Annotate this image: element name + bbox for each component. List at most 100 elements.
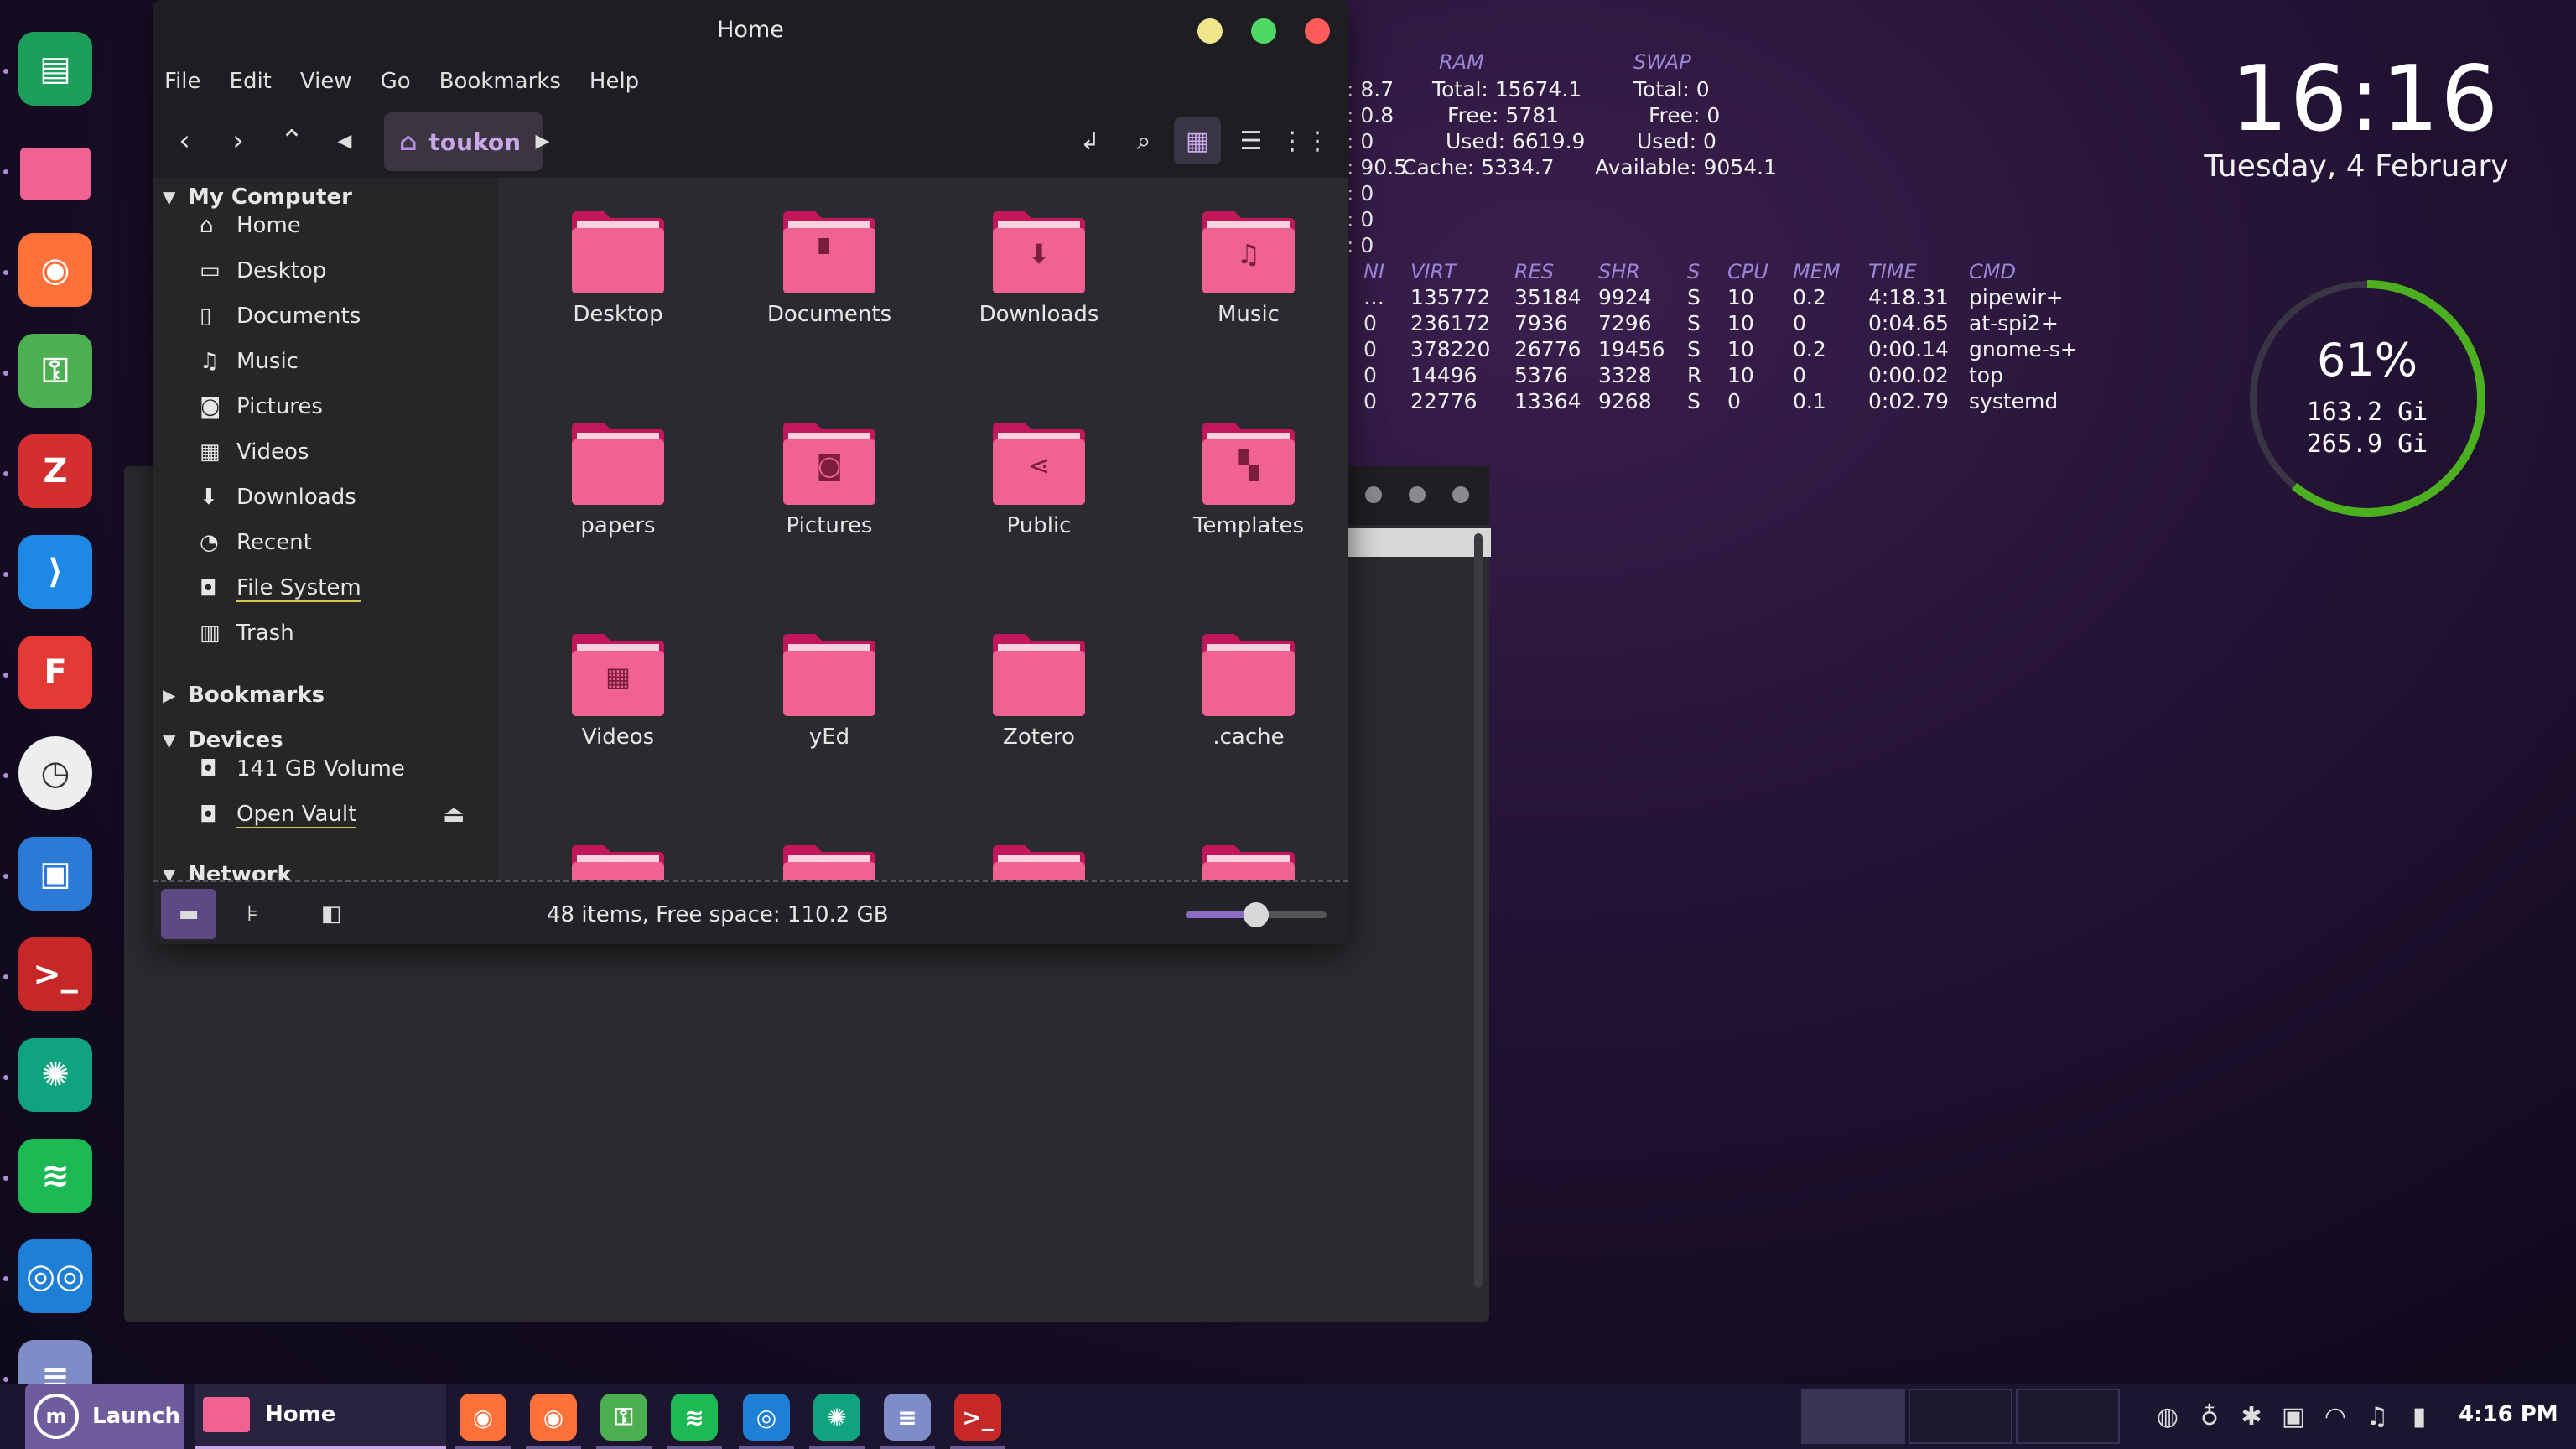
zoom-slider[interactable] [1186, 902, 1327, 927]
folder-public[interactable]: ⋖ Public [941, 389, 1125, 574]
task-home-window[interactable]: Home [195, 1384, 446, 1449]
section-devices[interactable]: ▼ Devices [163, 728, 283, 753]
menu-go[interactable]: Go [381, 69, 411, 94]
menu-bookmarks[interactable]: Bookmarks [439, 69, 561, 94]
taskbar-text-editor-icon[interactable]: ≡ [884, 1394, 931, 1441]
icon-view-icon[interactable]: ▦ [1174, 117, 1221, 164]
folder-documents[interactable]: ▘ Documents [731, 178, 916, 362]
sidebar-item-trash[interactable]: ▥ Trash [200, 621, 294, 646]
folder-desktop[interactable]: Desktop [520, 178, 704, 362]
forward-icon[interactable]: › [215, 117, 262, 164]
folder-yed[interactable]: yEd [731, 600, 916, 785]
updates-icon[interactable]: ▣ [2272, 1402, 2314, 1431]
maximize-dot[interactable] [1409, 486, 1426, 503]
section-bookmarks[interactable]: ▶ Bookmarks [163, 683, 325, 708]
window-titlebar[interactable]: Home [153, 0, 1348, 60]
bluetooth-icon[interactable]: ✱ [2231, 1402, 2272, 1431]
menu-help[interactable]: Help [589, 69, 639, 94]
breadcrumb-home[interactable]: ⌂ toukon [384, 112, 543, 171]
location-toggle-icon[interactable]: ↲ [1067, 117, 1114, 164]
location-icon[interactable]: ♁ [2189, 1402, 2231, 1431]
sidebar-item-home[interactable]: ⌂ Home [200, 213, 301, 238]
close-button[interactable] [1305, 18, 1330, 44]
hide-sidebar-icon[interactable]: ◧ [304, 889, 359, 939]
workspace-2[interactable] [1909, 1389, 2012, 1444]
network-icon[interactable]: ◠ [2314, 1402, 2356, 1431]
zoom-slider-knob[interactable] [1244, 902, 1269, 927]
file-manager-window[interactable]: Home File Edit View Go Bookmarks Help ‹ › ⌃ ◀… [153, 0, 1348, 944]
up-icon[interactable]: ⌃ [268, 117, 315, 164]
taskbar-firefox-1-icon[interactable]: ◉ [460, 1394, 506, 1441]
crumb-right-icon[interactable]: ▶ [530, 117, 555, 164]
terminal-scrollbar[interactable] [1474, 533, 1483, 1288]
vscode-icon[interactable]: ⟩ [18, 535, 92, 609]
sidebar-item-music[interactable]: ♫ Music [200, 349, 299, 374]
folder-videos[interactable]: ▦ Videos [520, 600, 704, 785]
terminal-titlebar[interactable] [1342, 466, 1489, 525]
zotero-icon[interactable]: Z [18, 434, 92, 508]
sidebar-item-downloads[interactable]: ⬇ Downloads [200, 485, 356, 510]
minimize-button[interactable] [1197, 18, 1223, 44]
folder-zotero[interactable]: Zotero [941, 600, 1125, 785]
close-dot[interactable] [1452, 486, 1469, 503]
media-icon[interactable]: ♫ [2356, 1402, 2398, 1431]
folder-partial[interactable] [1150, 812, 1335, 880]
folder-templates[interactable]: ▚ Templates [1150, 389, 1335, 574]
launch-button[interactable]: m Launch [25, 1384, 184, 1449]
libreoffice-calc-icon[interactable]: ▤ [18, 32, 92, 106]
clock-icon[interactable]: ◷ [18, 736, 92, 810]
compact-view-icon[interactable]: ⋮⋮ [1280, 117, 1330, 164]
crumb-left-icon[interactable]: ◀ [332, 117, 357, 164]
minimize-dot[interactable] [1365, 486, 1382, 503]
virtualbox-icon[interactable]: ▣ [18, 837, 92, 911]
folder-partial[interactable] [520, 812, 704, 880]
reader-icon[interactable]: ◎◎ [18, 1239, 92, 1313]
sidebar-item-videos[interactable]: ▦ Videos [200, 439, 309, 465]
taskbar-passwords-icon[interactable]: ⚿ [600, 1394, 647, 1441]
battery-icon[interactable]: ▮ [2398, 1402, 2440, 1431]
section-my-computer[interactable]: ▼ My Computer [163, 184, 352, 210]
sidebar-device-0[interactable]: ◘ 141 GB Volume [200, 756, 405, 782]
section-network[interactable]: ▼ Network [163, 862, 292, 880]
foliate-icon[interactable]: F [18, 636, 92, 709]
sidebar-item-pictures[interactable]: ◙ Pictures [200, 394, 323, 419]
folder-partial[interactable] [941, 812, 1125, 880]
eject-icon[interactable]: ⏏ [443, 800, 465, 828]
firefox-icon[interactable]: ◉ [18, 233, 92, 307]
taskbar-chatgpt-icon[interactable]: ✺ [813, 1394, 860, 1441]
taskbar-firefox-2-icon[interactable]: ◉ [530, 1394, 577, 1441]
sidebar-device-1[interactable]: ◘ Open Vault [200, 802, 357, 828]
tree-toggle-icon[interactable]: ⊧ [225, 889, 280, 939]
taskbar-reader-icon[interactable]: ◎ [743, 1394, 790, 1441]
folder-papers[interactable]: papers [520, 389, 704, 574]
home-icon: ⌂ [200, 213, 214, 238]
chatgpt-icon[interactable]: ✺ [18, 1038, 92, 1112]
folder-pictures[interactable]: ◙ Pictures [731, 389, 916, 574]
taskbar-spotify-icon[interactable]: ≋ [671, 1394, 718, 1441]
menu-file[interactable]: File [164, 69, 201, 94]
maximize-button[interactable] [1251, 18, 1276, 44]
passwords-icon[interactable]: ⚿ [18, 334, 92, 408]
taskbar-clock[interactable]: 4:16 PM [2459, 1402, 2558, 1427]
sidebar-item-documents[interactable]: ▯ Documents [200, 304, 361, 329]
list-view-icon[interactable]: ☰ [1228, 117, 1275, 164]
sidebar-item-desktop[interactable]: ▭ Desktop [200, 258, 326, 283]
places-toggle-icon[interactable]: ▬ [161, 889, 216, 939]
workspace-3[interactable] [2016, 1389, 2120, 1444]
folder-downloads[interactable]: ⬇ Downloads [941, 178, 1125, 362]
search-icon[interactable]: ⌕ [1120, 117, 1167, 164]
folder-partial[interactable] [731, 812, 916, 880]
steam-icon[interactable]: ◍ [2147, 1402, 2189, 1431]
menu-edit[interactable]: Edit [230, 69, 272, 94]
files-icon[interactable] [18, 132, 92, 206]
folder-cache[interactable]: .cache [1150, 600, 1335, 785]
folder-music[interactable]: ♫ Music [1150, 178, 1335, 362]
spotify-icon[interactable]: ≋ [18, 1139, 92, 1213]
sidebar-item-file-system[interactable]: ◘ File System [200, 575, 361, 602]
sidebar-item-recent[interactable]: ◔ Recent [200, 530, 312, 555]
taskbar-terminal-icon[interactable]: >_ [954, 1394, 1001, 1441]
terminal-icon[interactable]: >_ [18, 937, 92, 1011]
back-icon[interactable]: ‹ [161, 117, 208, 164]
workspace-1[interactable] [1801, 1389, 1905, 1444]
menu-view[interactable]: View [300, 69, 352, 94]
